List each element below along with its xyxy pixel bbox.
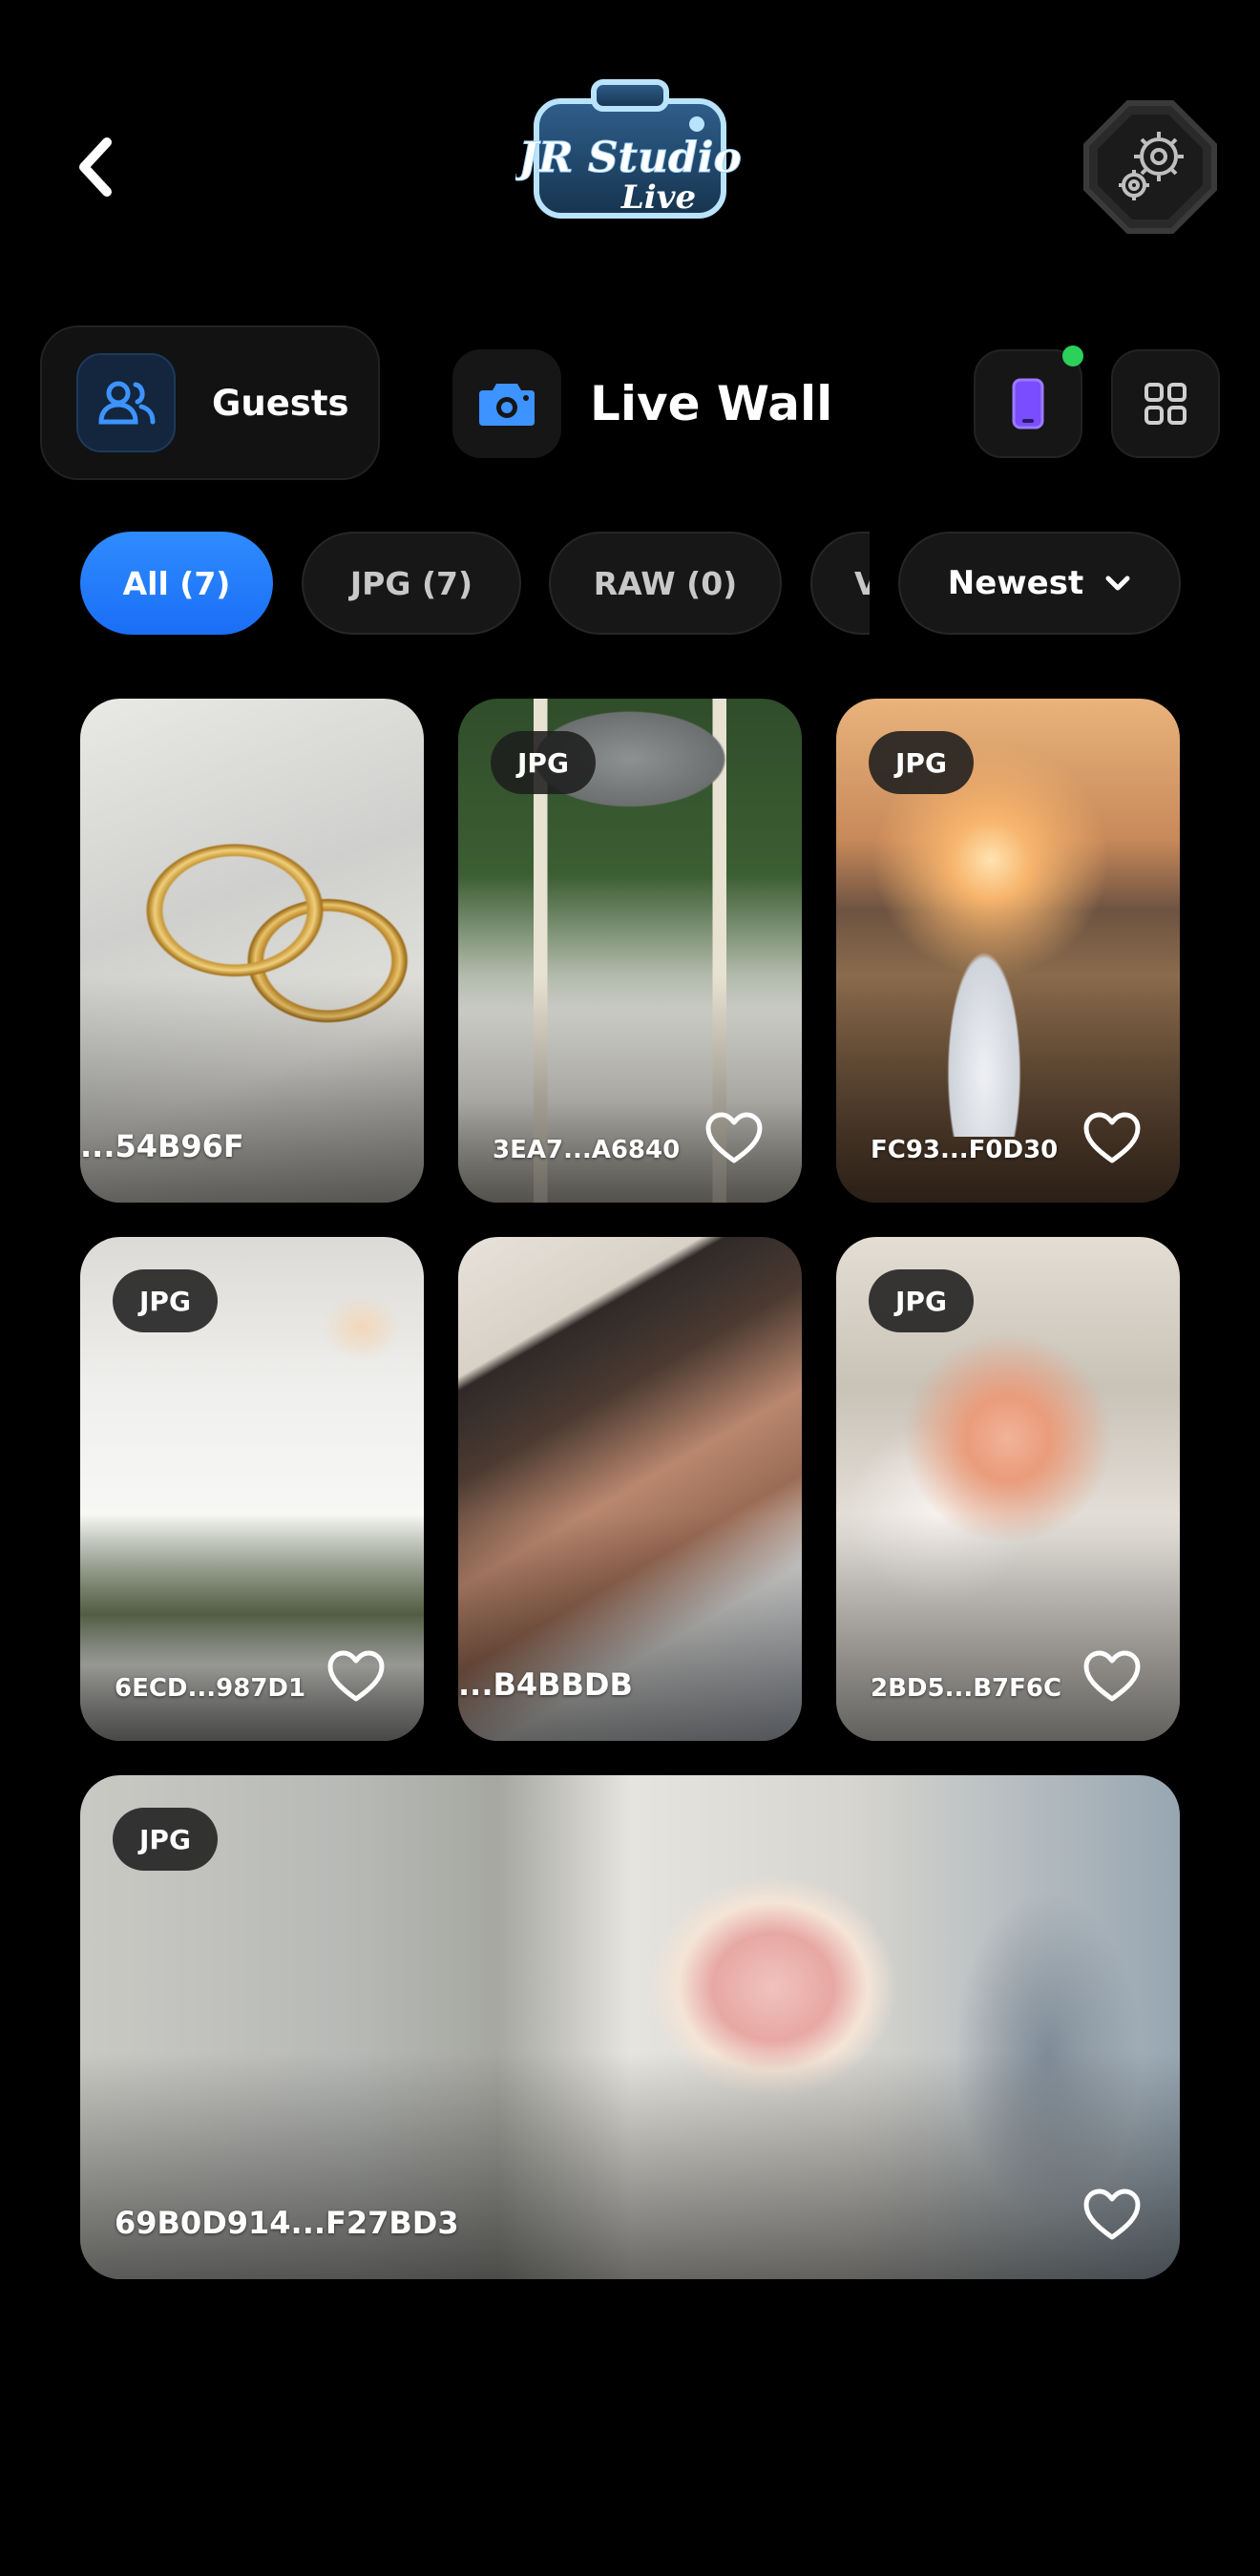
- filter-more-chip[interactable]: V: [810, 532, 870, 635]
- photo-card[interactable]: JPG 2BD5...B7F6C: [836, 1237, 1180, 1741]
- back-button[interactable]: [57, 124, 134, 210]
- settings-button[interactable]: [1079, 95, 1222, 239]
- sort-label: Newest: [947, 564, 1084, 602]
- file-type-badge: JPG: [869, 1269, 974, 1332]
- gear-icon: [1083, 100, 1217, 234]
- grid-icon: [1144, 383, 1186, 425]
- grid-view-button[interactable]: [1111, 349, 1220, 458]
- heart-icon[interactable]: [326, 1649, 386, 1703]
- photo-filename: FC93...F0D30: [871, 1136, 1059, 1164]
- page-title: Live Wall: [590, 376, 833, 431]
- heart-icon[interactable]: [1082, 1111, 1142, 1164]
- photo-filename: 69B0D914...F27BD3: [115, 2205, 459, 2241]
- guests-label: Guests: [212, 382, 349, 424]
- file-type-badge: JPG: [491, 731, 596, 794]
- photo-card[interactable]: JPG 69B0D914...F27BD3: [80, 1775, 1180, 2279]
- heart-icon[interactable]: [704, 1111, 764, 1164]
- photo-filename: ...B4BBDB: [458, 1666, 633, 1703]
- svg-text:Live: Live: [620, 178, 696, 217]
- photo-filename: 2BD5...B7F6C: [871, 1674, 1062, 1703]
- file-type-badge: JPG: [869, 731, 974, 794]
- heart-icon[interactable]: [1082, 1649, 1142, 1703]
- filter-all-chip[interactable]: All (7): [80, 532, 273, 635]
- camera-icon: [479, 384, 535, 426]
- guests-button[interactable]: Guests: [40, 325, 380, 480]
- guests-icon: [76, 353, 176, 452]
- camera-icon-box: [452, 349, 561, 458]
- phone-icon: [1012, 378, 1044, 429]
- connection-status-dot: [1062, 346, 1083, 367]
- photo-card[interactable]: JPG FC93...F0D30: [836, 699, 1180, 1203]
- photo-card[interactable]: JPG 6ECD...987D1: [80, 1237, 424, 1741]
- filter-jpg-chip[interactable]: JPG (7): [302, 532, 521, 635]
- heart-icon[interactable]: [1082, 2188, 1142, 2241]
- photo-card[interactable]: ...54B96F: [80, 699, 424, 1203]
- studio-logo: JR Studio Live: [512, 74, 745, 232]
- photo-card[interactable]: ...B4BBDB: [458, 1237, 802, 1741]
- svg-text:JR Studio: JR Studio: [515, 134, 742, 182]
- photo-card[interactable]: JPG 3EA7...A6840: [458, 699, 802, 1203]
- file-type-badge: JPG: [113, 1808, 218, 1871]
- chevron-left-icon: [79, 137, 112, 197]
- file-type-badge: JPG: [113, 1269, 218, 1332]
- device-button[interactable]: [974, 349, 1082, 458]
- photo-filename: 3EA7...A6840: [493, 1136, 681, 1164]
- chevron-down-icon: [1105, 576, 1130, 591]
- sort-dropdown[interactable]: Newest: [898, 532, 1181, 635]
- photo-filename: ...54B96F: [80, 1128, 244, 1164]
- filter-raw-chip[interactable]: RAW (0): [549, 532, 782, 635]
- photo-filename: 6ECD...987D1: [115, 1674, 306, 1703]
